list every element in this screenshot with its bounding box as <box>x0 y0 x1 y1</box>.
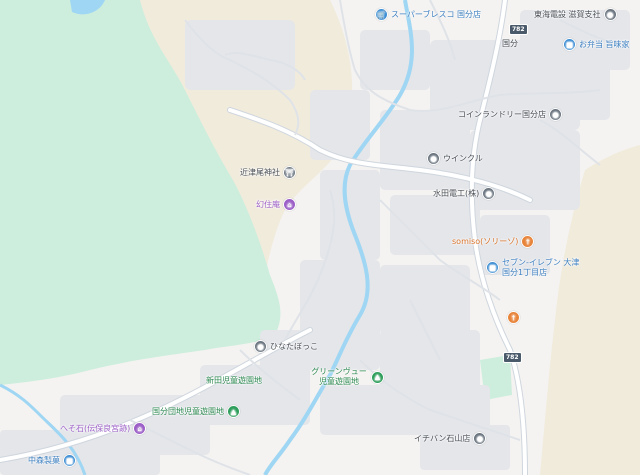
poi-label: 東海電設 滋賀支社 <box>534 9 601 19</box>
map-pin-icon: ● <box>427 152 440 165</box>
park-icon: ▲ <box>371 370 384 384</box>
map-pin-icon: ● <box>254 340 267 353</box>
route-shield: 782 <box>509 24 528 35</box>
route-shield: 782 <box>503 352 522 363</box>
poi-nitta-park[interactable]: 新田児童遊園地 <box>206 376 262 386</box>
park-icon: ▲ <box>227 405 240 418</box>
poi-seven-eleven[interactable]: ■ セブン-イレブン 大津国分1丁目店 <box>486 258 582 278</box>
poi-super-bresco[interactable]: 🛒 スーパーブレスコ 国分店 <box>375 8 481 21</box>
poi-tokai-densetsu[interactable]: 東海電設 滋賀支社 ● <box>534 8 617 21</box>
temple-icon: ⌂ <box>283 198 296 211</box>
shopping-bag-icon: ■ <box>63 454 76 467</box>
poi-hinatabokko[interactable]: ● ひなたぼっこ <box>254 340 318 353</box>
map-pin-icon: ● <box>549 108 562 121</box>
landmark-icon: ⌂ <box>133 422 147 435</box>
poi-restaurant-unnamed[interactable]: † <box>507 311 523 324</box>
poi-somiso[interactable]: somiso(ソリーゾ) † <box>452 235 535 248</box>
convenience-store-icon: ■ <box>486 261 499 274</box>
poi-label: 新田児童遊園地 <box>206 376 262 385</box>
poi-green-view-park[interactable]: グリーンヴュー 児童遊園地 ▲ <box>310 367 384 387</box>
poi-label: 水田電工(株) <box>433 188 480 198</box>
poi-label: 中森製菓 <box>28 455 60 465</box>
poi-label: イチバン石山店 <box>414 433 471 443</box>
poi-nakamori-seika[interactable]: 中森製菓 ■ <box>28 454 76 467</box>
poi-label: セブン-イレブン 大津国分1丁目店 <box>502 258 580 277</box>
poi-label: へそ石(伝保良宮跡) <box>60 423 131 433</box>
poi-chikatsuo-shrine[interactable]: 近津尾神社 ⛩ <box>240 166 296 179</box>
poi-label: 国分団地児童遊園地 <box>152 406 224 416</box>
poi-genjuan[interactable]: 幻住庵 ⌂ <box>256 198 296 211</box>
poi-mizuta-denko[interactable]: 水田電工(株) ● <box>433 187 496 200</box>
map-base <box>0 0 640 475</box>
poi-coin-laundry[interactable]: コインランドリー国分店 ● <box>458 108 562 121</box>
poi-kokubu-danchi-park[interactable]: 国分団地児童遊園地 ▲ <box>152 405 240 418</box>
map-canvas[interactable]: 782 782 国分 🛒 スーパーブレスコ 国分店 東海電設 滋賀支社 ● ■ … <box>0 0 640 475</box>
poi-winkle[interactable]: ● ウインクル <box>427 152 483 165</box>
shopping-bag-icon: ■ <box>563 38 576 51</box>
poi-hesoishi[interactable]: へそ石(伝保良宮跡) ⌂ <box>60 422 147 435</box>
poi-label: 幻住庵 <box>256 199 280 209</box>
poi-label: スーパーブレスコ 国分店 <box>391 9 481 19</box>
poi-label: ひなたぼっこ <box>270 341 318 351</box>
map-pin-icon: ● <box>603 8 617 21</box>
poi-label: コインランドリー国分店 <box>458 109 546 119</box>
poi-label: グリーンヴュー 児童遊園地 <box>311 367 367 386</box>
poi-label: somiso(ソリーゾ) <box>452 236 519 246</box>
poi-ichiban-ishiyama[interactable]: イチバン石山店 ● <box>414 432 487 445</box>
shrine-icon: ⛩ <box>283 166 296 179</box>
shopping-cart-icon: 🛒 <box>375 8 388 21</box>
restaurant-icon: † <box>521 235 535 248</box>
poi-label: お弁当 旨味家 <box>579 39 630 49</box>
area-label-kokubu: 国分 <box>502 39 518 48</box>
map-pin-icon: ● <box>482 187 496 200</box>
map-pin-icon: ● <box>473 432 487 445</box>
restaurant-icon: † <box>507 311 520 324</box>
poi-label: ウインクル <box>443 153 483 163</box>
poi-label: 近津尾神社 <box>240 167 280 177</box>
poi-bento-umamiya[interactable]: ■ お弁当 旨味家 <box>563 38 630 51</box>
